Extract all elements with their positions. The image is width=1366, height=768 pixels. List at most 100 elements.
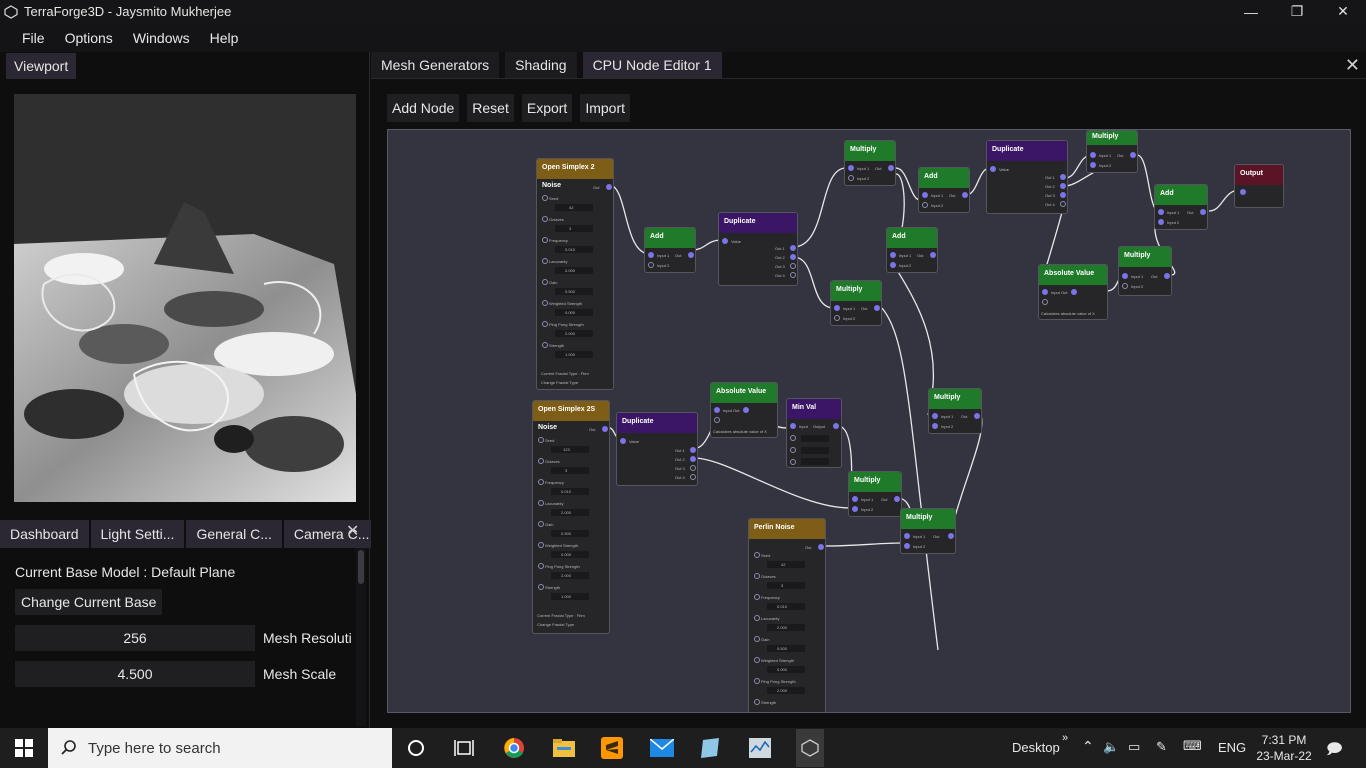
node-duplicate[interactable]: Duplicate Value Out 1 Out 2 Out 3 Out 4: [986, 140, 1068, 214]
param-field[interactable]: 3: [555, 225, 593, 232]
node-absolute-value[interactable]: Absolute Value Input Out Calculates abso…: [1038, 264, 1108, 320]
import-button[interactable]: Import: [580, 94, 631, 122]
input-pin[interactable]: [834, 315, 840, 321]
param-field[interactable]: 3: [767, 582, 805, 589]
mesh-scale-input[interactable]: 4.500: [15, 661, 255, 687]
input-pin[interactable]: [754, 573, 760, 579]
input-pin[interactable]: [714, 417, 720, 423]
node-multiply[interactable]: Multiply Input 1 Out Input 2: [1118, 246, 1172, 296]
input-pin[interactable]: [538, 437, 544, 443]
output-pin[interactable]: [833, 423, 839, 429]
input-pin[interactable]: [848, 165, 854, 171]
input-pin[interactable]: [538, 584, 544, 590]
input-pin[interactable]: [1042, 289, 1048, 295]
notifications-icon[interactable]: 🗩: [1326, 739, 1343, 764]
task-manager-icon[interactable]: [748, 736, 772, 760]
tab-cpu-node-editor[interactable]: CPU Node Editor 1: [582, 52, 722, 78]
input-pin[interactable]: [890, 262, 896, 268]
input-pin[interactable]: [542, 279, 548, 285]
output-pin[interactable]: [690, 474, 696, 480]
input-pin[interactable]: [834, 305, 840, 311]
output-pin[interactable]: [690, 447, 696, 453]
input-pin[interactable]: [538, 542, 544, 548]
output-pin[interactable]: [818, 544, 824, 550]
start-button[interactable]: [0, 728, 48, 768]
tab-light-settings[interactable]: Light Setti...: [90, 520, 185, 548]
tab-dashboard[interactable]: Dashboard: [0, 520, 89, 548]
node-add[interactable]: Add Input 1 Out Input 2: [644, 227, 696, 273]
node-add[interactable]: Add Input 1 Out Input 2: [1154, 184, 1208, 230]
param-field[interactable]: [801, 435, 829, 442]
close-icon[interactable]: ✕: [346, 524, 362, 540]
param-field[interactable]: 42: [555, 204, 593, 211]
input-pin[interactable]: [538, 479, 544, 485]
output-pin[interactable]: [790, 245, 796, 251]
output-pin[interactable]: [1200, 209, 1206, 215]
param-field[interactable]: 2.000: [767, 687, 805, 694]
output-pin[interactable]: [1071, 289, 1077, 295]
output-pin[interactable]: [1060, 183, 1066, 189]
mesh-resolution-input[interactable]: 256: [15, 625, 255, 651]
export-button[interactable]: Export: [521, 94, 573, 122]
terrain-viewport[interactable]: [14, 94, 356, 502]
input-pin[interactable]: [852, 506, 858, 512]
tab-camera-controls[interactable]: Camera C...: [283, 520, 380, 548]
input-pin[interactable]: [722, 238, 728, 244]
output-pin[interactable]: [790, 254, 796, 260]
input-pin[interactable]: [848, 175, 854, 181]
input-pin[interactable]: [538, 458, 544, 464]
input-pin[interactable]: [904, 543, 910, 549]
output-pin[interactable]: [948, 533, 954, 539]
input-pin[interactable]: [754, 636, 760, 642]
input-pin[interactable]: [922, 202, 928, 208]
output-pin[interactable]: [690, 465, 696, 471]
close-icon[interactable]: ✕: [1345, 56, 1360, 74]
input-pin[interactable]: [648, 252, 654, 258]
language-indicator[interactable]: ENG: [1218, 740, 1246, 755]
node-multiply[interactable]: Multiply Input 1 Out Input 2: [1086, 130, 1138, 173]
node-output[interactable]: Output: [1234, 164, 1284, 208]
param-field[interactable]: 0.500: [767, 645, 805, 652]
menu-windows[interactable]: Windows: [123, 30, 200, 46]
node-absolute-value[interactable]: Absolute Value Input Out Calculates abso…: [710, 382, 778, 438]
keyboard-icon[interactable]: ⌨: [1183, 738, 1202, 754]
param-field[interactable]: 0.010: [767, 603, 805, 610]
output-pin[interactable]: [1060, 201, 1066, 207]
param-field[interactable]: 42: [767, 561, 805, 568]
minimize-icon[interactable]: —: [1228, 0, 1274, 23]
node-duplicate[interactable]: Duplicate Value Out 1 Out 2 Out 3 Out 4: [616, 412, 698, 486]
param-field[interactable]: 2.000: [555, 330, 593, 337]
output-pin[interactable]: [1130, 152, 1136, 158]
input-pin[interactable]: [542, 195, 548, 201]
input-pin[interactable]: [542, 237, 548, 243]
node-open-simplex-2s-noise[interactable]: Open Simplex 2S Noise Out Seed 123 Octav…: [532, 400, 610, 634]
output-pin[interactable]: [974, 413, 980, 419]
input-pin[interactable]: [904, 533, 910, 539]
param-field[interactable]: 3: [551, 467, 589, 474]
param-field[interactable]: 0.000: [767, 666, 805, 673]
node-min-val[interactable]: Min Val Input Output: [786, 398, 842, 468]
mail-icon[interactable]: [650, 736, 674, 760]
add-node-button[interactable]: Add Node: [387, 94, 460, 122]
output-pin[interactable]: [874, 305, 880, 311]
param-field[interactable]: 0.010: [551, 488, 589, 495]
change-fractal-type-button[interactable]: Change Fractal Type: [541, 380, 578, 385]
node-canvas[interactable]: Open Simplex 2 Noise Out Seed 42 Octaves…: [387, 129, 1351, 713]
input-pin[interactable]: [1122, 273, 1128, 279]
input-pin[interactable]: [852, 496, 858, 502]
change-fractal-type-button[interactable]: Change Fractal Type: [537, 622, 574, 627]
input-pin[interactable]: [1240, 189, 1246, 195]
param-field[interactable]: 1.000: [551, 593, 589, 600]
tab-shading[interactable]: Shading: [505, 52, 577, 78]
menu-file[interactable]: File: [12, 30, 55, 46]
output-pin[interactable]: [930, 252, 936, 258]
input-pin[interactable]: [790, 435, 796, 441]
desktop-toolbar-label[interactable]: Desktop: [1012, 740, 1060, 755]
input-pin[interactable]: [538, 563, 544, 569]
pen-icon[interactable]: ✎: [1156, 739, 1167, 755]
input-pin[interactable]: [890, 252, 896, 258]
input-pin[interactable]: [790, 459, 796, 465]
input-pin[interactable]: [1122, 283, 1128, 289]
node-multiply[interactable]: Multiply Input 1 Out Input 2: [844, 140, 896, 186]
output-pin[interactable]: [790, 263, 796, 269]
